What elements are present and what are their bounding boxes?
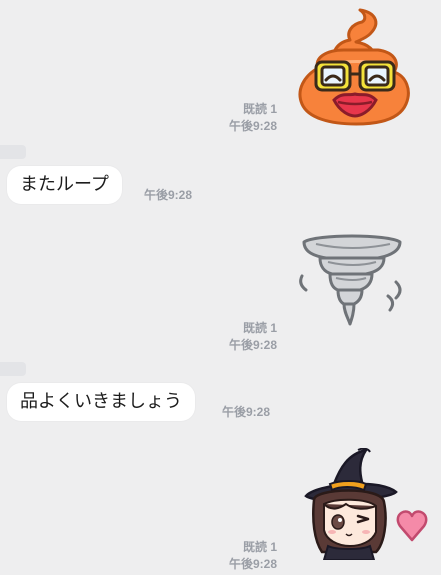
message-timestamp: 午後9:28 — [222, 405, 271, 419]
witch-girl-heart-sticker[interactable] — [296, 448, 436, 560]
message-timestamp: 午後9:28 — [228, 119, 277, 133]
message-timestamp: 午後9:28 — [228, 338, 277, 352]
message-timestamp: 午後9:28 — [228, 557, 277, 571]
read-receipt: 既読 1 — [242, 540, 277, 554]
sender-avatar-stub — [0, 145, 26, 159]
tornado-sticker[interactable] — [296, 232, 408, 332]
sender-avatar-stub — [0, 362, 26, 376]
read-receipt: 既読 1 — [242, 321, 277, 335]
poop-with-glasses-sticker[interactable] — [296, 6, 414, 130]
chat-area[interactable]: 既読 1 午後9:28 またループ 午後9:28 既読 1 午後9:28 品よく… — [0, 0, 441, 575]
message-bubble[interactable]: またループ — [7, 166, 122, 204]
message-bubble[interactable]: 品よくいきましょう — [7, 383, 195, 421]
read-receipt: 既読 1 — [242, 102, 277, 116]
message-timestamp: 午後9:28 — [144, 188, 193, 202]
